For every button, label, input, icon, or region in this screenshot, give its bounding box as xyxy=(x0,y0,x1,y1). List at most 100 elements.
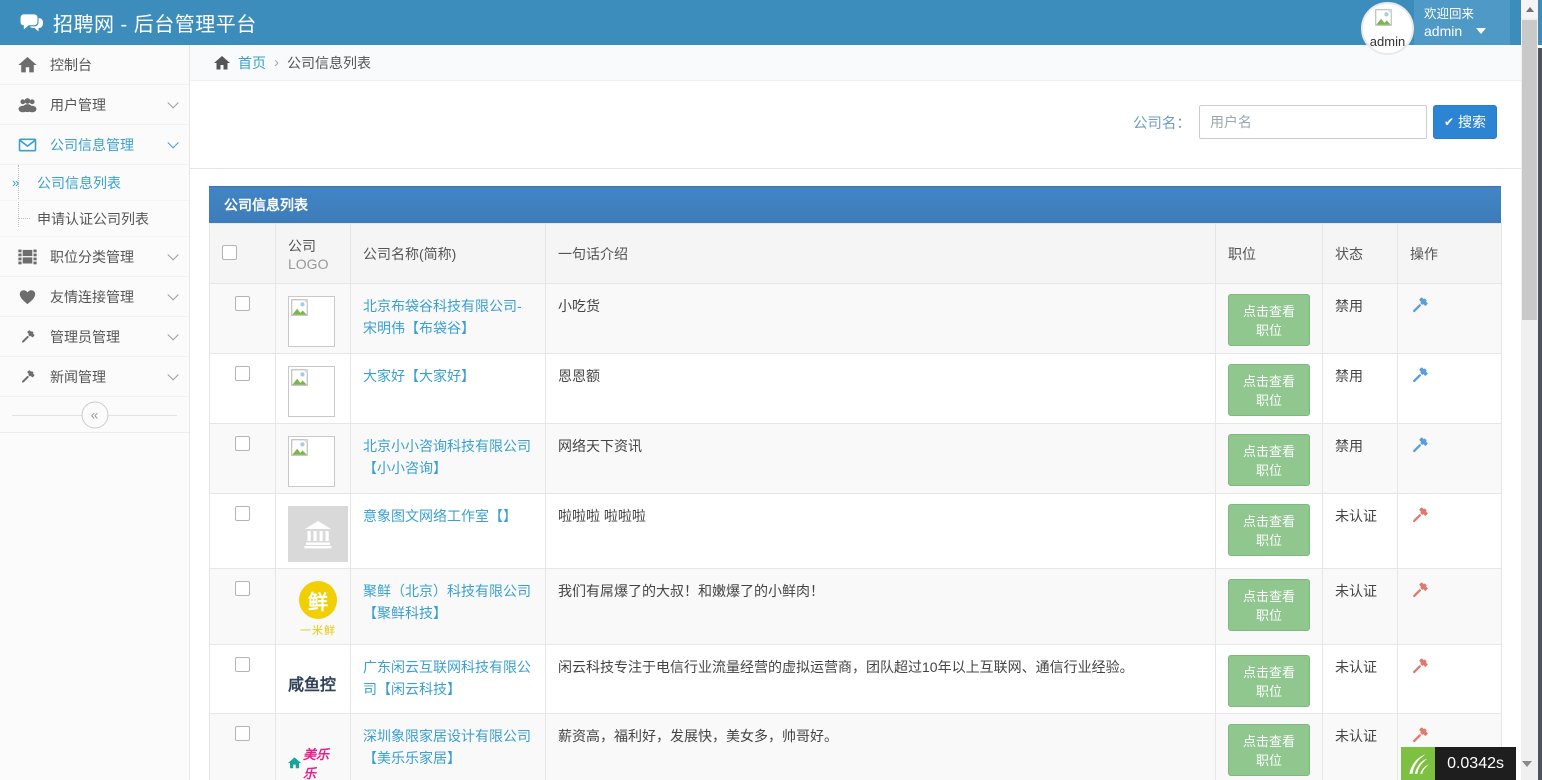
sidebar-item-admin-management[interactable]: 管理员管理 xyxy=(0,317,189,357)
view-jobs-button[interactable]: 点击查看职位 xyxy=(1228,364,1310,416)
company-intro: 网络天下资讯 xyxy=(546,424,1216,494)
sidebar-item-user-management[interactable]: 用户管理 xyxy=(0,85,189,125)
broken-image-icon xyxy=(291,299,332,316)
company-logo-broken xyxy=(288,366,335,417)
page-trace: 0.0342s xyxy=(1401,747,1536,780)
table-row: 北京小小咨询科技有限公司【小小咨询】 网络天下资讯 点击查看职位 禁用 xyxy=(210,424,1502,494)
caret-down-icon xyxy=(1522,761,1532,767)
col-action: 操作 xyxy=(1398,224,1502,284)
row-checkbox[interactable] xyxy=(235,296,250,311)
company-intro: 啦啦啦 啦啦啦 xyxy=(546,494,1216,569)
company-intro: 闲云科技专注于电信行业流量经营的虚拟运营商，团队超过10年以上互联网、通信行业经… xyxy=(546,645,1216,714)
search-button[interactable]: ✔ 搜索 xyxy=(1433,105,1497,139)
sidebar-collapse-button[interactable]: « xyxy=(81,401,108,428)
broken-image-icon xyxy=(291,439,332,456)
col-job: 职位 xyxy=(1216,224,1323,284)
search-label: 公司名： xyxy=(1133,112,1191,133)
gavel-action-icon[interactable] xyxy=(1410,581,1429,600)
view-jobs-button[interactable]: 点击查看职位 xyxy=(1228,294,1310,346)
table-row: 鲜一米鲜 聚鲜（北京）科技有限公司【聚鲜科技】 我们有屌爆了的大叔！和嫩爆了的小… xyxy=(210,569,1502,645)
status-text: 未认证 xyxy=(1323,714,1398,780)
vertical-scrollbar[interactable] xyxy=(1521,0,1538,780)
chevron-down-icon xyxy=(167,97,178,108)
broken-image-icon xyxy=(291,369,332,386)
row-checkbox[interactable] xyxy=(235,581,250,596)
gavel-action-icon[interactable] xyxy=(1410,726,1429,745)
breadcrumb-current: 公司信息列表 xyxy=(287,53,371,73)
broken-image-icon xyxy=(1375,9,1392,26)
col-name: 公司名称(简称) xyxy=(351,224,546,284)
col-status: 状态 xyxy=(1323,224,1398,284)
company-intro: 薪资高，福利好，发展快，美女多，帅哥好。 xyxy=(546,714,1216,780)
row-checkbox[interactable] xyxy=(235,726,250,741)
status-text: 禁用 xyxy=(1323,284,1398,354)
house-icon xyxy=(288,757,301,769)
row-checkbox[interactable] xyxy=(235,657,250,672)
check-icon: ✔ xyxy=(1444,115,1454,129)
breadcrumb-home-link[interactable]: 首页 xyxy=(238,53,266,73)
table-row: 北京布袋谷科技有限公司-宋明伟【布袋谷】 小吃货 点击查看职位 禁用 xyxy=(210,284,1502,354)
thinkphp-trace-icon[interactable] xyxy=(1401,747,1435,780)
status-text: 禁用 xyxy=(1323,424,1398,494)
company-logo-badge: 鲜一米鲜 xyxy=(288,581,348,638)
username: admin xyxy=(1424,22,1462,40)
row-checkbox[interactable] xyxy=(235,506,250,521)
trace-time: 0.0342s xyxy=(1435,747,1516,780)
gavel-action-icon[interactable] xyxy=(1410,657,1429,676)
trace-collapse-button[interactable] xyxy=(1516,747,1536,780)
bank-icon xyxy=(301,518,335,550)
window-edge xyxy=(1538,48,1542,780)
home-icon xyxy=(214,56,230,70)
panel-title: 公司信息列表 xyxy=(209,186,1501,223)
sidebar-item-job-category[interactable]: 职位分类管理 xyxy=(0,237,189,277)
company-name-link[interactable]: 北京小小咨询科技有限公司【小小咨询】 xyxy=(363,436,533,479)
view-jobs-button[interactable]: 点击查看职位 xyxy=(1228,655,1310,707)
table-header-row: 公司LOGO 公司名称(简称) 一句话介绍 职位 状态 操作 xyxy=(210,224,1502,284)
gavel-action-icon[interactable] xyxy=(1410,506,1429,525)
gavel-action-icon[interactable] xyxy=(1410,296,1429,315)
sidebar-item-console[interactable]: 控制台 xyxy=(0,45,189,85)
film-icon xyxy=(18,249,37,265)
main-content: 首页 › 公司信息列表 公司名： ✔ 搜索 公司信息列表 公司LOGO 公司名称… xyxy=(190,45,1525,780)
company-name-link[interactable]: 大家好【大家好】 xyxy=(363,366,475,388)
scrollbar-thumb[interactable] xyxy=(1522,20,1537,320)
sidebar-item-friend-links[interactable]: 友情连接管理 xyxy=(0,277,189,317)
sidebar-collapse-row: « xyxy=(0,397,189,433)
arrow-up-icon xyxy=(1526,7,1534,12)
gavel-action-icon[interactable] xyxy=(1410,366,1429,385)
scrollbar-up-button[interactable] xyxy=(1521,0,1538,18)
heart-icon xyxy=(18,289,37,305)
avatar[interactable]: admin xyxy=(1361,2,1414,55)
view-jobs-button[interactable]: 点击查看职位 xyxy=(1228,724,1310,776)
company-name-link[interactable]: 意象图文网络工作室【】 xyxy=(363,506,517,528)
home-icon xyxy=(18,57,37,73)
sidebar-subitem-certification-list[interactable]: 申请认证公司列表 xyxy=(0,201,189,237)
view-jobs-button[interactable]: 点击查看职位 xyxy=(1228,504,1310,556)
brand[interactable]: 招聘网 - 后台管理平台 xyxy=(20,0,257,45)
search-section: 公司名： ✔ 搜索 xyxy=(190,81,1525,169)
company-name-input[interactable] xyxy=(1199,105,1427,139)
user-menu[interactable]: 欢迎回来 admin xyxy=(1414,0,1510,45)
chevron-down-icon xyxy=(167,369,178,380)
col-intro: 一句话介绍 xyxy=(546,224,1216,284)
sidebar-item-company-info[interactable]: 公司信息管理 xyxy=(0,125,189,165)
gavel-action-icon[interactable] xyxy=(1410,436,1429,455)
chat-bubbles-icon xyxy=(20,13,44,32)
company-name-link[interactable]: 北京布袋谷科技有限公司-宋明伟【布袋谷】 xyxy=(363,296,533,339)
users-icon xyxy=(18,97,37,113)
company-name-link[interactable]: 广东闲云互联网科技有限公司【闲云科技】 xyxy=(363,657,533,700)
view-jobs-button[interactable]: 点击查看职位 xyxy=(1228,434,1310,486)
sidebar-subitem-company-list[interactable]: » 公司信息列表 xyxy=(0,165,189,201)
select-all-checkbox[interactable] xyxy=(222,245,237,260)
breadcrumb: 首页 › 公司信息列表 xyxy=(190,45,1525,81)
company-name-link[interactable]: 深圳象限家居设计有限公司【美乐乐家居】 xyxy=(363,726,533,769)
breadcrumb-separator: › xyxy=(274,54,279,71)
status-text: 未认证 xyxy=(1323,569,1398,645)
sidebar-item-news-management[interactable]: 新闻管理 xyxy=(0,357,189,397)
view-jobs-button[interactable]: 点击查看职位 xyxy=(1228,579,1310,631)
row-checkbox[interactable] xyxy=(235,436,250,451)
caret-down-icon xyxy=(1476,28,1486,34)
row-checkbox[interactable] xyxy=(235,366,250,381)
chevron-down-icon xyxy=(167,137,178,148)
company-name-link[interactable]: 聚鲜（北京）科技有限公司【聚鲜科技】 xyxy=(363,581,533,624)
